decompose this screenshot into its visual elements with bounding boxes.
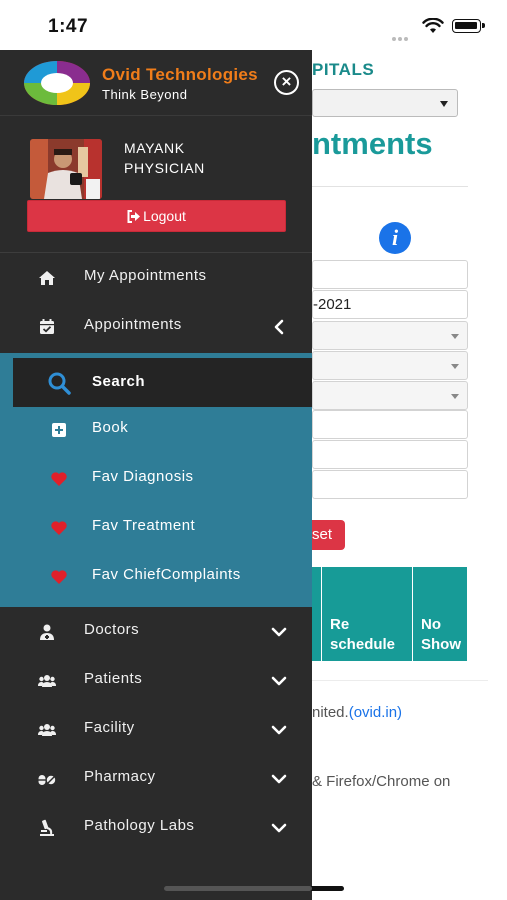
chevron-down-icon <box>271 774 287 784</box>
form-select[interactable] <box>312 321 468 350</box>
form-input[interactable] <box>312 410 468 439</box>
menu-label: Facility <box>84 719 135 736</box>
submenu-item-fav-chief-complaints[interactable]: Fav ChiefComplaints <box>0 553 312 601</box>
heart-icon <box>51 521 67 535</box>
logout-button[interactable]: Logout <box>27 200 286 232</box>
battery-icon <box>452 19 485 33</box>
cellular-signal-icon <box>392 28 414 41</box>
avatar <box>30 139 102 199</box>
submenu-label: Search <box>92 373 146 390</box>
chevron-down-icon <box>271 823 287 833</box>
users-icon <box>38 675 56 687</box>
chevron-down-icon <box>271 676 287 686</box>
form-input[interactable] <box>312 440 468 469</box>
status-bar: 1:47 <box>0 0 507 50</box>
sign-out-icon <box>127 210 141 223</box>
form-select[interactable] <box>312 351 468 380</box>
close-icon[interactable]: × <box>274 70 299 95</box>
calendar-check-icon <box>40 319 54 334</box>
microscope-icon <box>40 819 54 836</box>
date-value: -2021 <box>313 296 352 313</box>
chevron-down-icon <box>271 627 287 637</box>
appointments-submenu: Search Book Fav Diagnosis Fav Treatment <box>0 353 312 607</box>
submenu-label: Fav Diagnosis <box>92 468 194 485</box>
chevron-down-icon <box>271 725 287 735</box>
menu-label: Appointments <box>84 316 182 333</box>
submenu-label: Fav ChiefComplaints <box>92 566 241 583</box>
chevron-left-icon <box>274 319 284 335</box>
submenu-item-book[interactable]: Book <box>0 406 312 454</box>
hospital-select[interactable] <box>312 89 458 117</box>
menu-item-doctors[interactable]: Doctors <box>0 608 312 656</box>
table-header-cell <box>312 567 321 661</box>
home-indicator[interactable] <box>164 886 344 891</box>
footer-company: nited. <box>312 704 349 721</box>
form-select[interactable] <box>312 381 468 410</box>
submenu-item-search[interactable]: Search <box>13 358 312 407</box>
brand-name: Ovid Technologies <box>102 65 258 84</box>
status-time: 1:47 <box>48 16 89 37</box>
plus-square-icon <box>52 423 66 437</box>
pills-icon <box>38 775 56 785</box>
reset-button[interactable]: set <box>312 520 345 550</box>
brand-tagline: Think Beyond <box>102 87 188 102</box>
menu-label: Patients <box>84 670 143 687</box>
menu-label: Doctors <box>84 621 140 638</box>
navigation-drawer: Ovid Technologies Think Beyond × MAYANK … <box>0 50 312 900</box>
menu-item-my-appointments[interactable]: My Appointments <box>0 254 312 302</box>
footer-browser-note: & Firefox/Chrome on <box>312 773 451 790</box>
search-icon <box>48 372 71 395</box>
menu-item-pharmacy[interactable]: Pharmacy <box>0 755 312 803</box>
menu-label: Pharmacy <box>84 768 156 785</box>
date-input[interactable]: -2021 <box>312 290 468 319</box>
form-input[interactable] <box>312 260 468 289</box>
home-icon <box>39 271 55 285</box>
footer-link[interactable]: (ovid.in) <box>349 704 402 721</box>
table-header-noshow: No Show <box>413 567 467 661</box>
users-icon <box>38 724 56 736</box>
submenu-item-fav-diagnosis[interactable]: Fav Diagnosis <box>0 455 312 503</box>
menu-label: Pathology Labs <box>84 817 195 834</box>
menu-item-pathology-labs[interactable]: Pathology Labs <box>0 804 312 852</box>
footer-copyright: nited.(ovid.in) <box>312 704 402 721</box>
divider <box>312 186 468 187</box>
menu-item-patients[interactable]: Patients <box>0 657 312 705</box>
menu-item-appointments[interactable]: Appointments <box>0 303 312 351</box>
drawer-header: Ovid Technologies Think Beyond × <box>0 50 312 116</box>
menu-item-facility[interactable]: Facility <box>0 706 312 754</box>
user-role: PHYSICIAN <box>124 160 205 176</box>
logout-label: Logout <box>143 208 186 224</box>
wifi-icon <box>422 18 444 33</box>
submenu-label: Fav Treatment <box>92 517 196 534</box>
doctor-icon <box>40 624 54 640</box>
heart-icon <box>51 570 67 584</box>
ovid-logo-icon <box>24 61 90 105</box>
user-name: MAYANK <box>124 140 185 156</box>
menu-label: My Appointments <box>84 267 207 284</box>
hospital-title: PITALS <box>312 60 375 79</box>
table-header-reschedule: Re schedule <box>322 567 412 661</box>
form-input[interactable] <box>312 470 468 499</box>
user-profile: MAYANK PHYSICIAN Logout <box>0 116 312 253</box>
page-title: ntments <box>312 126 433 161</box>
info-icon[interactable]: i <box>379 222 411 254</box>
submenu-label: Book <box>92 419 129 436</box>
divider <box>312 680 488 681</box>
heart-icon <box>51 472 67 486</box>
submenu-item-fav-treatment[interactable]: Fav Treatment <box>0 504 312 552</box>
